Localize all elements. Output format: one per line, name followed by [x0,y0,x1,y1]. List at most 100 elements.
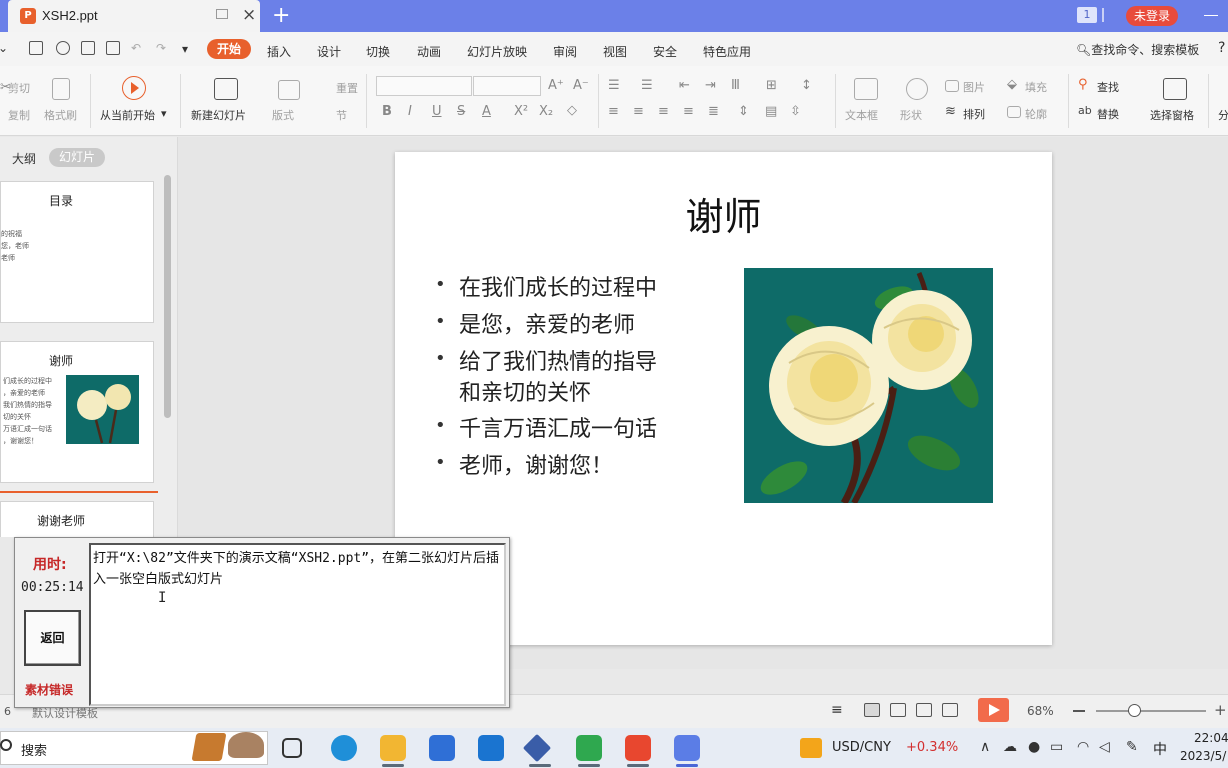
cut-button[interactable]: 剪切 [8,80,30,96]
menu-insert[interactable]: 插入 [267,43,291,60]
store-icon[interactable] [429,735,455,761]
format-painter-button[interactable]: 格式刷 [44,107,77,123]
red-app-icon[interactable] [625,735,651,761]
align-left-icon[interactable]: ≡ [608,104,619,119]
ticker-name[interactable]: USD/CNY [832,740,891,755]
from-current-button[interactable]: 从当前开始 [100,107,155,123]
paragraph-icon[interactable]: ▤ [765,104,777,119]
print-icon[interactable] [81,41,95,55]
slide-thumbnail-1[interactable]: 目录 的祝福 您，老师 老师 [0,181,154,323]
rose-picture[interactable] [744,268,993,503]
more-button[interactable]: 分 [1218,107,1228,123]
zoom-slider-thumb[interactable] [1128,704,1141,717]
new-slide-button[interactable]: 新建幻灯片 [191,107,246,123]
zoom-level[interactable]: 68% [1027,704,1054,718]
print-preview-icon[interactable] [106,41,120,55]
slide-sorter-icon[interactable] [890,703,906,717]
menu-start[interactable]: 开始 [207,39,251,59]
menu-slideshow[interactable]: 幻灯片放映 [467,43,527,60]
find-button[interactable]: 查找 [1097,79,1119,95]
wps-office-icon[interactable] [674,735,700,761]
font-color-button[interactable]: A [482,104,491,119]
new-tab-button[interactable]: + [272,3,290,28]
file-explorer-icon[interactable] [380,735,406,761]
close-tab-icon[interactable]: × [242,5,256,25]
slide-bullet[interactable]: 给了我们热情的指导 [459,344,657,376]
clock-time[interactable]: 22:04 [1194,731,1228,745]
section-button[interactable]: 节 [336,107,347,123]
bullets-icon[interactable]: ☰ [608,78,620,93]
slide-bullet[interactable]: 和亲切的关怀 [459,375,591,407]
slide-bullet[interactable]: 老师，谢谢您！ [459,448,613,480]
edge-browser-icon[interactable] [331,735,357,761]
italic-button[interactable]: I [408,104,412,119]
document-tab[interactable]: P XSH2.ppt × [8,0,260,32]
align-right-icon[interactable]: ≡ [658,104,669,119]
tray-expand-icon[interactable]: ∧ [980,739,990,755]
slideshow-play-button[interactable] [978,698,1009,722]
reading-view-icon[interactable] [916,703,932,717]
menu-security[interactable]: 安全 [653,43,677,60]
presenter-view-icon[interactable] [942,703,958,717]
login-button[interactable]: 未登录 [1126,6,1178,26]
textbox-button[interactable]: 文本框 [845,107,878,123]
vertical-align-icon[interactable]: ⇕ [738,104,749,119]
clock-date[interactable]: 2023/5/ [1180,749,1226,763]
decrease-indent-icon[interactable]: ⇤ [679,78,690,93]
tab-outline[interactable]: 大纲 [12,150,36,167]
align-center-icon[interactable]: ≡ [633,104,644,119]
tab-slides[interactable]: 幻灯片 [49,148,105,167]
material-error-link[interactable]: 素材错误 [25,681,73,698]
task-instruction-text[interactable]: 打开“X:\82”文件夹下的演示文稿“XSH2.ppt”，在第二张幻灯片后插入一… [89,543,506,706]
ticker-change[interactable]: +0.34% [906,740,958,755]
from-current-dropdown-icon[interactable]: ▾ [161,107,167,120]
slide-thumbnail-2[interactable]: 谢师 们成长的过程中 ，亲爱的老师 我们热情的指导 切的关怀 万语汇成一句话 ，… [0,341,154,483]
font-name-select[interactable] [376,76,472,96]
distribute-icon[interactable]: ≣ [708,104,719,119]
cloud-icon[interactable]: ☁ [1003,739,1017,755]
user-count-badge[interactable]: 1 [1077,7,1097,23]
zoom-in-icon[interactable]: + [1214,701,1227,719]
slide-bullet[interactable]: 是您，亲爱的老师 [459,307,635,339]
slide-title[interactable]: 谢师 [395,186,1052,241]
pen-icon[interactable]: ✎ [1126,739,1138,755]
bold-button[interactable]: B [382,104,392,119]
command-search[interactable]: 🔍︎查找命令、搜索模板 [1076,41,1199,58]
menu-design[interactable]: 设计 [317,43,341,60]
arrange-button[interactable]: 排列 [963,106,985,122]
mail-icon[interactable] [478,735,504,761]
picture-button[interactable]: 图片 [963,79,985,95]
back-button[interactable]: 返回 [24,610,81,666]
green-app-icon[interactable] [576,735,602,761]
strikethrough-button[interactable]: S [457,104,465,119]
zoom-out-icon[interactable] [1073,710,1085,712]
layout-button[interactable]: 版式 [272,107,294,123]
microphone-icon[interactable]: ● [1028,739,1040,755]
reset-button[interactable]: 重置 [336,80,358,96]
menu-animation[interactable]: 动画 [417,43,441,60]
font-shrink-icon[interactable]: A⁻ [573,78,589,93]
columns-icon[interactable]: Ⅲ [731,78,740,93]
menu-transition[interactable]: 切换 [366,43,390,60]
save-icon[interactable] [29,41,43,55]
text-direction-icon[interactable]: ⊞ [766,78,777,93]
menu-arrow-icon[interactable]: ⌄ [0,41,8,55]
wifi-icon[interactable]: ◠ [1077,739,1089,755]
slide-thumbnail-3[interactable]: 谢谢老师 [0,501,154,537]
undo-icon[interactable]: ↶ [131,41,141,55]
menu-review[interactable]: 审阅 [553,43,577,60]
menu-special[interactable]: 特色应用 [703,43,751,60]
panel-scrollbar[interactable] [164,175,171,418]
line-spacing-icon[interactable]: ↕ [801,78,812,93]
zoom-slider[interactable] [1096,710,1206,712]
justify-icon[interactable]: ≡ [683,104,694,119]
clear-format-icon[interactable]: ◇ [567,103,577,118]
export-icon[interactable] [56,41,70,55]
input-method[interactable]: 中 [1153,739,1167,759]
font-size-select[interactable] [473,76,541,96]
outline-button[interactable]: 轮廓 [1025,106,1047,122]
increase-indent-icon[interactable]: ⇥ [705,78,716,93]
volume-icon[interactable]: ◁ [1099,739,1110,755]
shape-button[interactable]: 形状 [900,107,922,123]
help-icon[interactable]: ? [1218,40,1225,56]
